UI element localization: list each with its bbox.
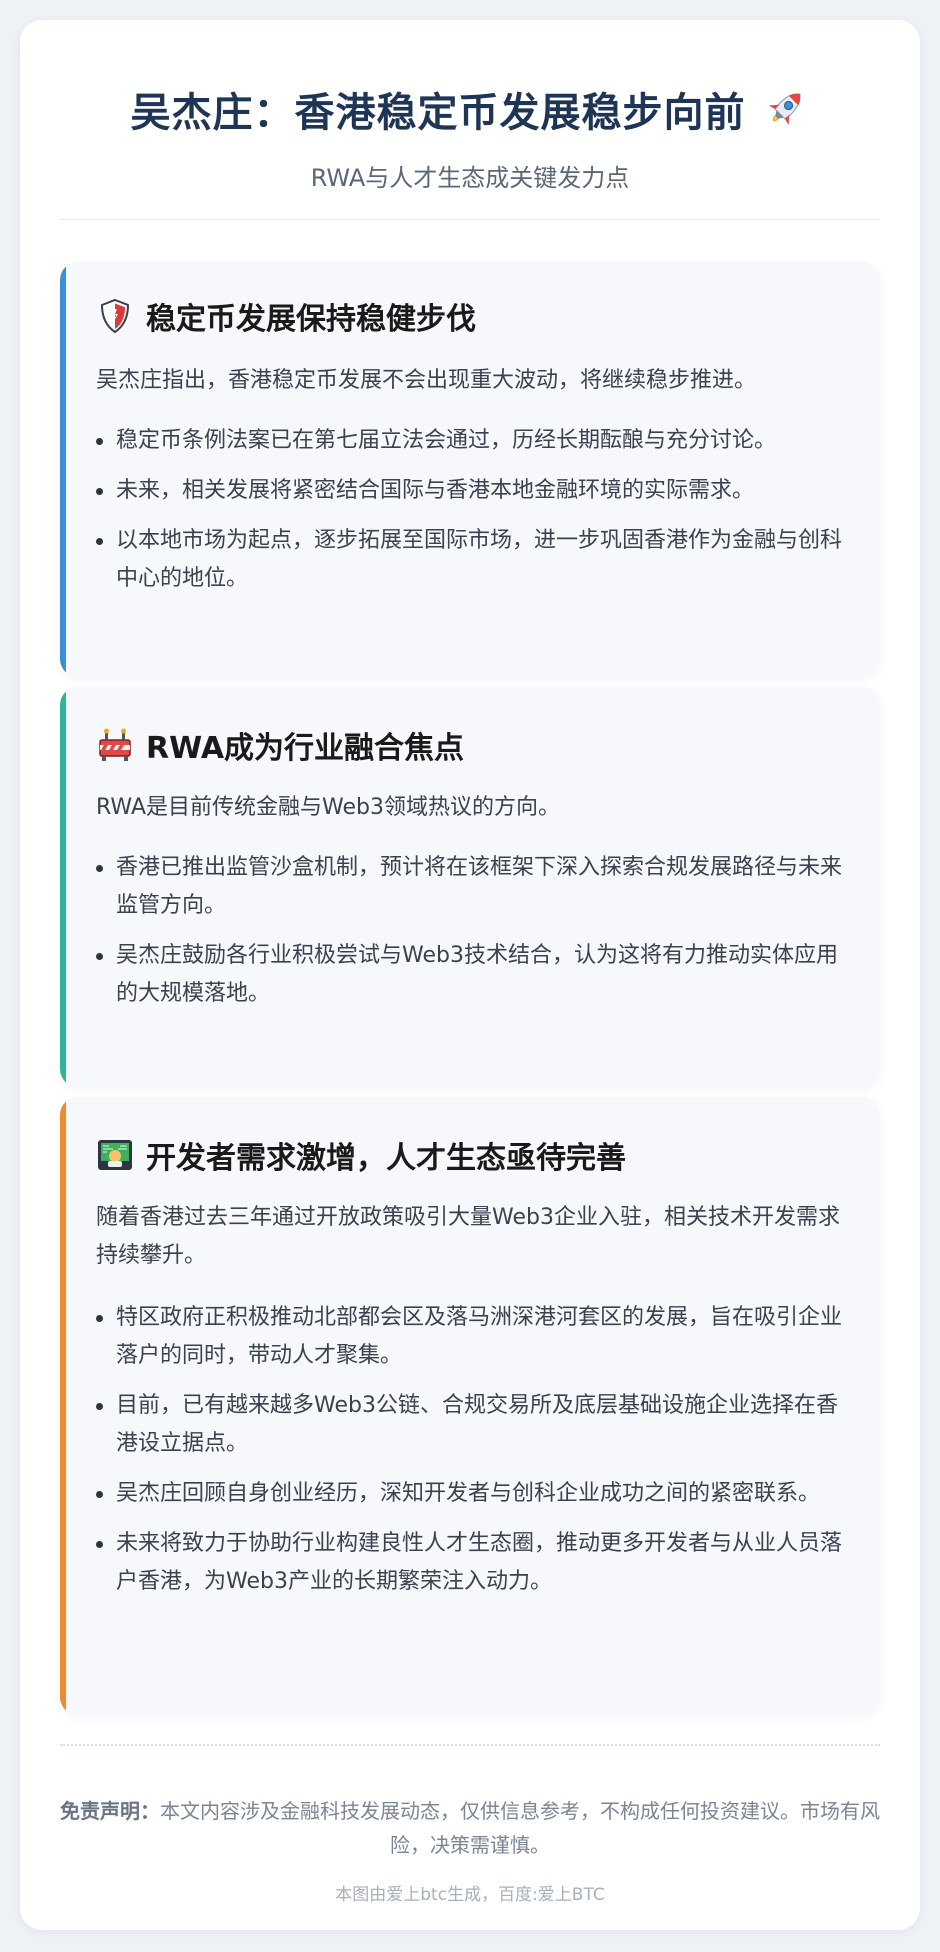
section-header: 稳定币发展保持稳健步伐: [96, 294, 844, 338]
disclaimer-label: 免责声明：: [60, 1799, 160, 1823]
section-intro: RWA是目前传统金融与Web3领域热议的方向。: [96, 795, 560, 820]
footer-divider: [60, 1744, 880, 1746]
list-item: 特区政府正积极推动北部都会区及落马洲深港河套区的发展，旨在吸引企业落户的同时，带…: [96, 1299, 844, 1375]
disclaimer: 免责声明：本文内容涉及金融科技发展动态，仅供信息参考，不构成任何投资建议。市场有…: [60, 1794, 880, 1862]
list-item: 吴杰庄鼓励各行业积极尝试与Web3技术结合，认为这将有力推动实体应用的大规模落地…: [96, 937, 844, 1013]
developer-icon: [98, 1140, 132, 1170]
list-item: 以本地市场为起点，逐步拓展至国际市场，进一步巩固香港作为金融与创科中心的地位。: [96, 522, 844, 598]
construction-icon: [99, 728, 131, 761]
section-title: 开发者需求激增，人才生态亟待完善: [146, 1141, 626, 1176]
disclaimer-text: 本文内容涉及金融科技发展动态，仅供信息参考，不构成任何投资建议。市场有风险，决策…: [160, 1799, 880, 1857]
section-rwa: RWA成为行业融合焦点 RWA是目前传统金融与Web3领域热议的方向。 香港已推…: [60, 687, 880, 1087]
list-item: 目前，已有越来越多Web3公链、合规交易所及底层基础设施企业选择在香港设立据点。: [96, 1387, 844, 1463]
section-accent-bar: [60, 1097, 66, 1715]
footer-credit: 本图由爱上btc生成，百度:爱上BTC: [335, 1885, 605, 1905]
section-intro: 随着香港过去三年通过开放政策吸引大量Web3企业入驻，相关技术开发需求持续攀升。: [96, 1205, 840, 1268]
rocket-icon: [768, 93, 801, 126]
section-accent-bar: [60, 262, 66, 677]
section-header: RWA成为行业融合焦点: [96, 723, 844, 767]
section-title: RWA成为行业融合焦点: [146, 731, 465, 766]
list-item: 吴杰庄回顾自身创业经历，深知开发者与创科企业成功之间的紧密联系。: [96, 1475, 844, 1513]
header-divider: [60, 219, 880, 220]
shield-icon: [100, 298, 130, 334]
section-points: 特区政府正积极推动北部都会区及落马洲深港河套区的发展，旨在吸引企业落户的同时，带…: [96, 1299, 844, 1601]
list-item: 稳定币条例法案已在第七届立法会通过，历经长期酝酿与充分讨论。: [96, 422, 844, 460]
section-accent-bar: [60, 687, 66, 1087]
section-title: 稳定币发展保持稳健步伐: [146, 302, 476, 337]
section-intro: 吴杰庄指出，香港稳定币发展不会出现重大波动，将继续稳步推进。: [96, 368, 757, 393]
title-row: 吴杰庄：香港稳定币发展稳步向前: [60, 80, 880, 138]
list-item: 未来，相关发展将紧密结合国际与香港本地金融环境的实际需求。: [96, 472, 844, 510]
section-points: 稳定币条例法案已在第七届立法会通过，历经长期酝酿与充分讨论。 未来，相关发展将紧…: [96, 422, 844, 598]
list-item: 香港已推出监管沙盒机制，预计将在该框架下深入探索合规发展路径与未来监管方向。: [96, 849, 844, 925]
page-title: 吴杰庄：香港稳定币发展稳步向前: [130, 90, 746, 136]
list-item: 未来将致力于协助行业构建良性人才生态圈，推动更多开发者与从业人员落户香港，为We…: [96, 1525, 844, 1601]
section-developers: 开发者需求激增，人才生态亟待完善 随着香港过去三年通过开放政策吸引大量Web3企…: [60, 1097, 880, 1715]
section-stablecoin: 稳定币发展保持稳健步伐 吴杰庄指出，香港稳定币发展不会出现重大波动，将继续稳步推…: [60, 262, 880, 677]
article-card: 吴杰庄：香港稳定币发展稳步向前 RWA与人才生态成关键发力点 稳定币发展保持稳健…: [20, 20, 920, 1930]
page-subtitle: RWA与人才生态成关键发力点: [310, 164, 630, 192]
section-header: 开发者需求激增，人才生态亟待完善: [96, 1133, 844, 1177]
header: 吴杰庄：香港稳定币发展稳步向前 RWA与人才生态成关键发力点: [60, 80, 880, 193]
section-points: 香港已推出监管沙盒机制，预计将在该框架下深入探索合规发展路径与未来监管方向。 吴…: [96, 849, 844, 1013]
